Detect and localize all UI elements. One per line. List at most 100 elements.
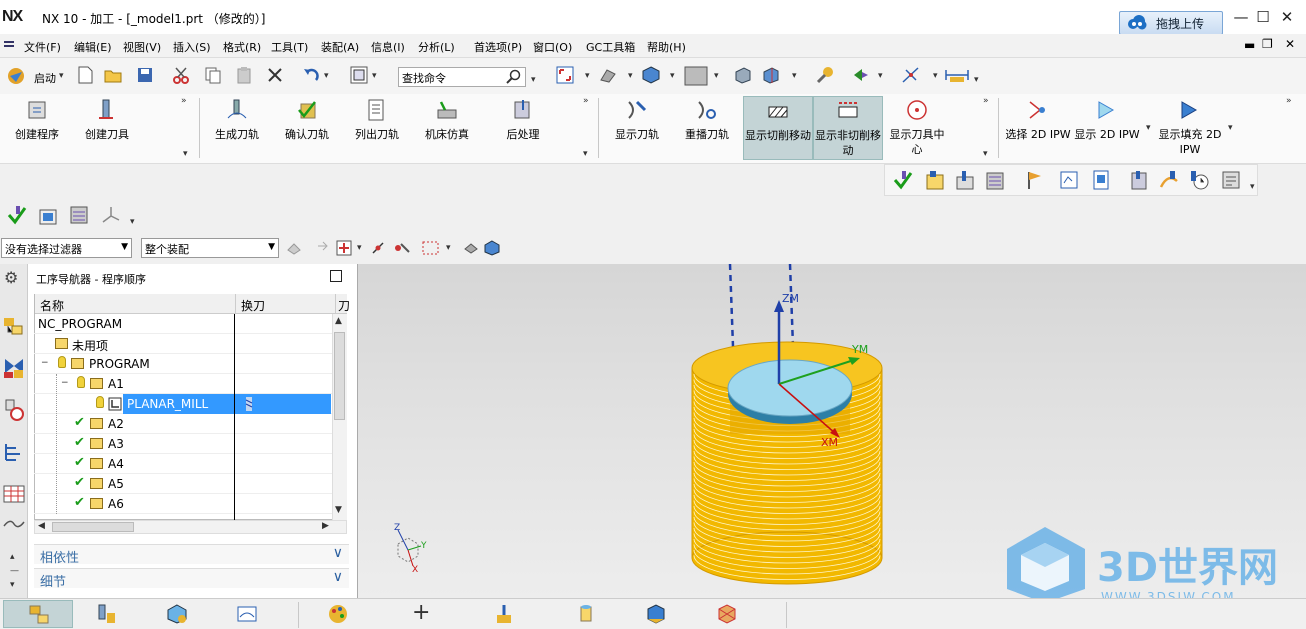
tool-library-tab-icon[interactable]	[2, 398, 26, 422]
replay-toolpath-button[interactable]: 重播刀轨	[679, 98, 735, 142]
menu-gc-toolkit[interactable]: GC工具箱	[586, 39, 635, 55]
menu-restore-icon[interactable]: ❐	[1262, 37, 1273, 51]
report-icon[interactable]	[1220, 169, 1242, 191]
snap-dropdown-icon[interactable]: ▾	[933, 71, 938, 81]
selection-arrow-icon[interactable]	[316, 240, 332, 256]
render-style-icon[interactable]	[599, 66, 617, 84]
show-hide-icon[interactable]	[463, 240, 479, 256]
tree-row-planar-mill[interactable]: PLANAR_MILL	[34, 394, 334, 414]
menu-close-icon[interactable]: ✕	[1285, 37, 1295, 51]
tool-list-icon[interactable]	[1128, 169, 1150, 191]
section-dropdown-icon[interactable]: ▾	[792, 71, 797, 81]
menu-minimize-icon[interactable]: ▬	[1244, 38, 1255, 52]
geometry-view-icon[interactable]	[166, 603, 188, 625]
selection-dropdown-icon[interactable]: ▾	[878, 71, 883, 81]
block-feature-icon[interactable]	[644, 603, 666, 625]
ribbon-group3-dropdown-icon[interactable]: ▾	[983, 149, 988, 159]
flag-icon[interactable]	[1024, 169, 1046, 191]
delete-icon[interactable]	[266, 66, 284, 84]
view-triad[interactable]: Z Y X	[394, 523, 427, 575]
display-tool-center-button[interactable]: 显示刀具中心	[886, 98, 948, 157]
scroll-down-arrow-icon[interactable]: ▼	[335, 505, 342, 515]
column-header-name[interactable]: 名称	[35, 294, 235, 314]
menu-insert[interactable]: 插入(S)	[173, 39, 211, 55]
rectangle-select-dropdown-icon[interactable]: ▾	[446, 243, 451, 253]
fit-view-icon[interactable]	[556, 66, 574, 84]
tree-row-a2[interactable]: ✔ A2	[34, 414, 334, 434]
menu-analysis[interactable]: 分析(L)	[418, 39, 455, 55]
check-tool-icon[interactable]	[6, 204, 28, 226]
render-style-dropdown-icon[interactable]: ▾	[628, 71, 633, 81]
fit-view-dropdown-icon[interactable]: ▾	[585, 71, 590, 81]
menu-view[interactable]: 视图(V)	[123, 39, 161, 55]
navigator-maximize-icon[interactable]	[330, 270, 342, 282]
shop-doc-icon[interactable]	[1090, 169, 1112, 191]
operation-toolbar-dropdown-icon[interactable]: ▾	[1250, 182, 1255, 192]
scroll-down-icon[interactable]: ▾	[10, 580, 15, 590]
display-fill-2d-ipw-dropdown-icon[interactable]: ▾	[1228, 123, 1233, 133]
repeat-dropdown-icon[interactable]: ▾	[372, 71, 377, 81]
cut-icon[interactable]	[172, 66, 190, 84]
ribbon-group2-dropdown-icon[interactable]: ▾	[583, 149, 588, 159]
vertical-scroll-thumb[interactable]	[334, 332, 345, 420]
wcs-orient-icon[interactable]	[99, 204, 121, 226]
tree-row-a4[interactable]: ✔ A4	[34, 454, 334, 474]
save-icon[interactable]	[136, 66, 154, 84]
geometry-group-icon[interactable]	[37, 204, 59, 226]
program-group-icon[interactable]	[924, 169, 946, 191]
display-2d-ipw-button[interactable]: 显示 2D IPW	[1074, 98, 1140, 142]
tree-row-program[interactable]: − PROGRAM	[34, 354, 334, 374]
operation-navigator-tab-icon[interactable]	[2, 314, 26, 338]
menu-format[interactable]: 格式(R)	[223, 39, 261, 55]
ribbon-group3-expand-icon[interactable]: »	[983, 96, 989, 106]
ribbon-group1-expand-icon[interactable]: »	[181, 96, 187, 106]
path-edit-icon[interactable]	[1158, 169, 1180, 191]
create-program-button[interactable]: 创建程序	[10, 98, 64, 142]
column-header-tool[interactable]: 刀	[335, 294, 350, 314]
section-edit-icon[interactable]	[762, 66, 780, 84]
paste-icon[interactable]	[235, 66, 253, 84]
verify-check-icon[interactable]	[892, 169, 914, 191]
ribbon-group4-expand-icon[interactable]: »	[1286, 96, 1292, 106]
display-fill-2d-ipw-button[interactable]: 显示填充 2D IPW	[1157, 98, 1223, 157]
verify-toolpath-button[interactable]: 确认刀轨	[280, 98, 334, 142]
shaded-cube-icon[interactable]	[642, 66, 660, 84]
horizontal-scroll-thumb[interactable]	[52, 522, 134, 532]
menu-assembly[interactable]: 装配(A)	[321, 39, 359, 55]
quick-pick-icon[interactable]	[393, 240, 411, 256]
measure-distance-icon[interactable]	[944, 66, 970, 84]
shaded-dropdown-icon[interactable]: ▾	[670, 71, 675, 81]
tree-row-a6[interactable]: ✔ A6	[34, 494, 334, 514]
new-file-icon[interactable]	[76, 66, 94, 84]
collapse-icon[interactable]: −	[61, 378, 69, 388]
search-dropdown-icon[interactable]: ▾	[531, 75, 536, 85]
tool-group-icon[interactable]	[954, 169, 976, 191]
snap-point-icon[interactable]	[902, 66, 920, 84]
repeat-command-icon[interactable]	[350, 66, 368, 84]
undo-icon[interactable]	[302, 66, 320, 84]
menu-information[interactable]: 信息(I)	[371, 39, 405, 55]
menu-edit[interactable]: 编辑(E)	[74, 39, 112, 55]
cylinder-feature-icon[interactable]	[575, 603, 597, 625]
assembly-scope-select[interactable]: 整个装配 ▼	[141, 238, 279, 258]
select-all-icon[interactable]	[336, 240, 352, 256]
select-all-dropdown-icon[interactable]: ▾	[357, 243, 362, 253]
start-icon[interactable]	[6, 66, 28, 86]
create-feature-icon[interactable]	[493, 603, 515, 625]
display-cut-moves-button[interactable]: 显示切削移动	[743, 96, 813, 160]
open-folder-icon[interactable]	[104, 66, 122, 84]
measure-dropdown-icon[interactable]: ▾	[974, 75, 979, 85]
history-tab-icon[interactable]	[2, 516, 26, 532]
scroll-up-arrow-icon[interactable]: ▲	[335, 316, 342, 326]
wrench-icon[interactable]	[816, 66, 834, 84]
post-process-button[interactable]: 后处理	[496, 98, 550, 142]
column-header-tool-change[interactable]: 换刀	[235, 294, 335, 314]
close-button[interactable]: ✕	[1278, 8, 1296, 26]
start-dropdown-icon[interactable]: ▾	[59, 71, 64, 81]
feeds-speeds-icon[interactable]	[1058, 169, 1080, 191]
display-toolpath-button[interactable]: 显示刀轨	[609, 98, 665, 142]
display-non-cut-moves-button[interactable]: 显示非切削移动	[813, 96, 883, 160]
list-toolpath-button[interactable]: 列出刀轨	[350, 98, 404, 142]
machine-tool-view-icon[interactable]	[95, 603, 117, 625]
time-icon[interactable]	[1188, 169, 1210, 191]
